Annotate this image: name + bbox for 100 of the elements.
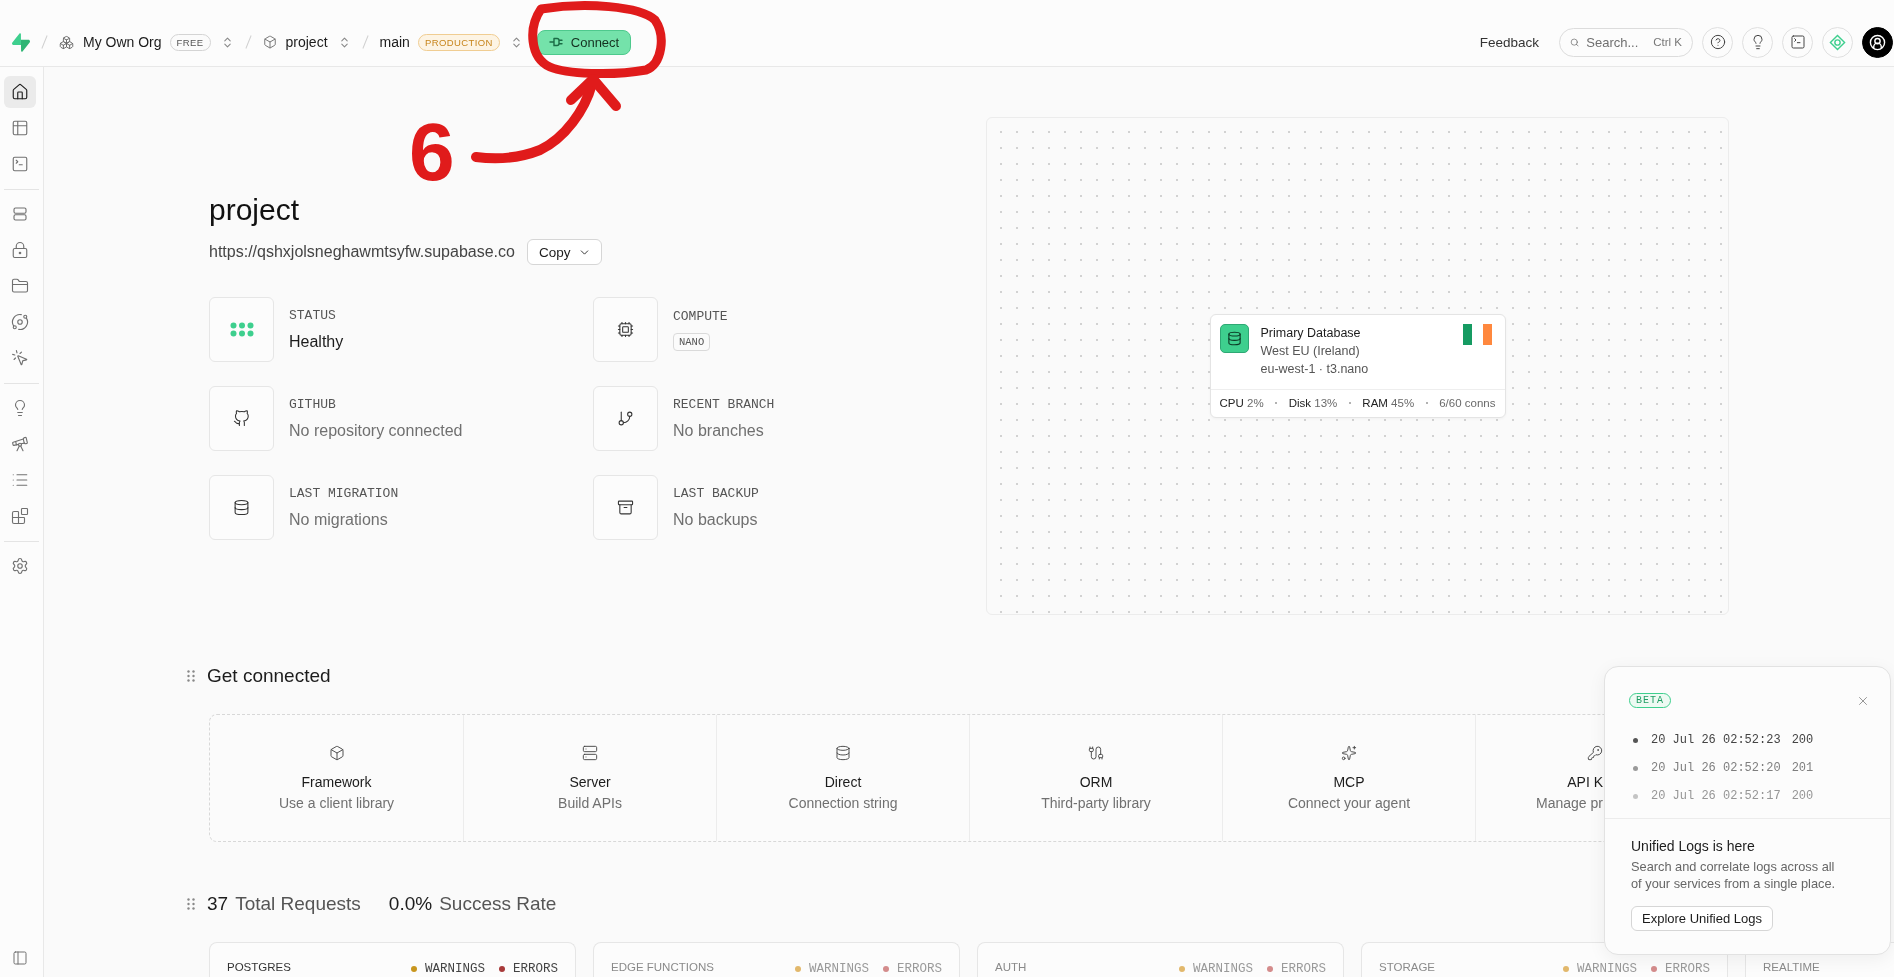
info-value: No branches [673,420,764,441]
home-icon [11,83,29,101]
option-description: Manage pr [1536,794,1603,812]
account-button[interactable] [1862,26,1893,58]
cpu-chip-icon [593,297,658,362]
project-url: https://qshxjolsneghawmtsyfw.supabase.co [209,243,515,261]
cube-icon [328,745,345,761]
connection-option[interactable]: Server Build APIs [463,715,716,841]
tricolor-flag-icon [1462,324,1492,345]
log-dot-icon [1633,737,1638,743]
table-icon [11,119,29,137]
legend-label: ERRORS [1665,962,1710,976]
info-label: GITHUB [289,396,336,412]
info-value: Healthy [289,331,344,352]
folder-icon [11,277,29,295]
org-switcher[interactable]: My Own Org [59,34,162,50]
bolt-logo-icon[interactable] [12,32,30,52]
service-name: EDGE FUNCTIONS [611,960,714,974]
boxes-icon [59,34,74,50]
database-region: West EU (Ireland) [1260,343,1360,360]
legend-label: ERRORS [1281,962,1326,976]
drag-handle-icon[interactable] [187,670,195,682]
user-icon [1869,33,1886,51]
panel-left-icon [12,950,28,966]
legend-label: ERRORS [897,962,942,976]
legend-label: WARNINGS [424,962,485,976]
database-icon [1219,324,1249,353]
option-description: Connection string [788,794,898,812]
info-label: RECENT BRANCH [673,396,775,412]
connection-option[interactable]: Direct Connection string [716,715,969,841]
connection-option[interactable]: ORM Third-party library [969,715,1222,841]
resource-stat: 6/60 conns [1439,397,1496,409]
explore-logs-button[interactable]: Explore Unified Logs [1631,906,1773,931]
resource-stat: Disk 13% [1288,397,1338,409]
feedback-button[interactable]: Feedback [1479,34,1539,50]
info-value: No backups [673,509,758,530]
help-icon [1709,34,1726,50]
connect-button[interactable]: Connect [536,29,632,55]
plug-icon [548,36,565,48]
tips-button[interactable] [1742,26,1773,58]
stacked-rows-icon [11,205,29,223]
popup-description: Search and correlate logs across all of your services from a single place. [1631,858,1837,892]
orbit-icon [11,313,29,331]
search-input[interactable]: Search... [1586,34,1647,50]
compute-size-badge: NANO [673,332,711,351]
cube-icon [262,35,277,49]
connection-option[interactable]: Framework Use a client library [210,715,463,841]
settings-icon [11,557,29,575]
option-description: Connect your agent [1287,794,1411,812]
service-name: POSTGRES [227,960,291,974]
database-icon [209,475,274,540]
terminal-icon [11,155,29,173]
lock-icon [11,241,29,259]
branch-switcher[interactable]: main [379,34,410,50]
legend-label: WARNINGS [808,962,869,976]
sparkles-icon [1341,745,1357,761]
copy-button[interactable]: Copy [526,239,603,265]
log-status-code: 201 [1791,761,1814,775]
option-title: MCP [1333,773,1365,791]
help-button[interactable] [1702,26,1733,58]
database-card[interactable]: Primary Database West EU (Ireland) eu-west-1 · t3.nano CPU 2% Disk 13% RAM 45% 6/60 conns [1209,314,1506,418]
option-description: Build APIs [558,794,622,812]
search-field[interactable]: Search... Ctrl K [1559,27,1693,57]
request-count-label: Total Requests [235,893,361,915]
database-detail: eu-west-1 · t3.nano [1260,361,1369,378]
shortcut-hint: Ctrl K [1653,36,1682,48]
legend-label: ERRORS [513,962,558,976]
legend-label: WARNINGS [1192,962,1253,976]
terminal-button[interactable] [1782,26,1813,58]
beta-badge: BETA [1629,693,1671,708]
key-icon [1587,745,1603,761]
option-title: Framework [301,773,372,791]
section-title: Get connected [207,665,331,687]
server-icon [582,745,598,761]
option-title: Direct [824,773,862,791]
database-title: Primary Database [1260,325,1361,342]
log-status-code: 200 [1791,733,1814,747]
request-count: 37 [207,893,229,915]
resource-stat: RAM 45% [1362,397,1415,409]
plan-badge: FREE [169,33,211,51]
environment-badge: PRODUCTION [417,33,500,51]
list-icon [11,471,29,489]
info-label: LAST MIGRATION [289,485,399,501]
sidebar-item[interactable] [4,76,36,108]
service-name: AUTH [995,960,1027,974]
drag-handle-icon[interactable] [187,898,195,910]
option-description: Third-party library [1041,794,1151,812]
option-title: ORM [1079,773,1113,791]
telescope-icon [11,435,29,453]
project-switcher[interactable]: project [262,34,328,50]
connection-option[interactable]: MCP Connect your agent [1222,715,1475,841]
terminal-icon [1789,34,1806,50]
assistant-button[interactable] [1822,26,1853,58]
blocks-icon [11,507,29,525]
database-icon [835,745,851,761]
info-label: LAST BACKUP [673,485,759,501]
github-icon [209,386,274,451]
success-rate: 0.0% [388,893,433,915]
info-value: No repository connected [289,420,463,441]
legend-label: WARNINGS [1576,962,1637,976]
